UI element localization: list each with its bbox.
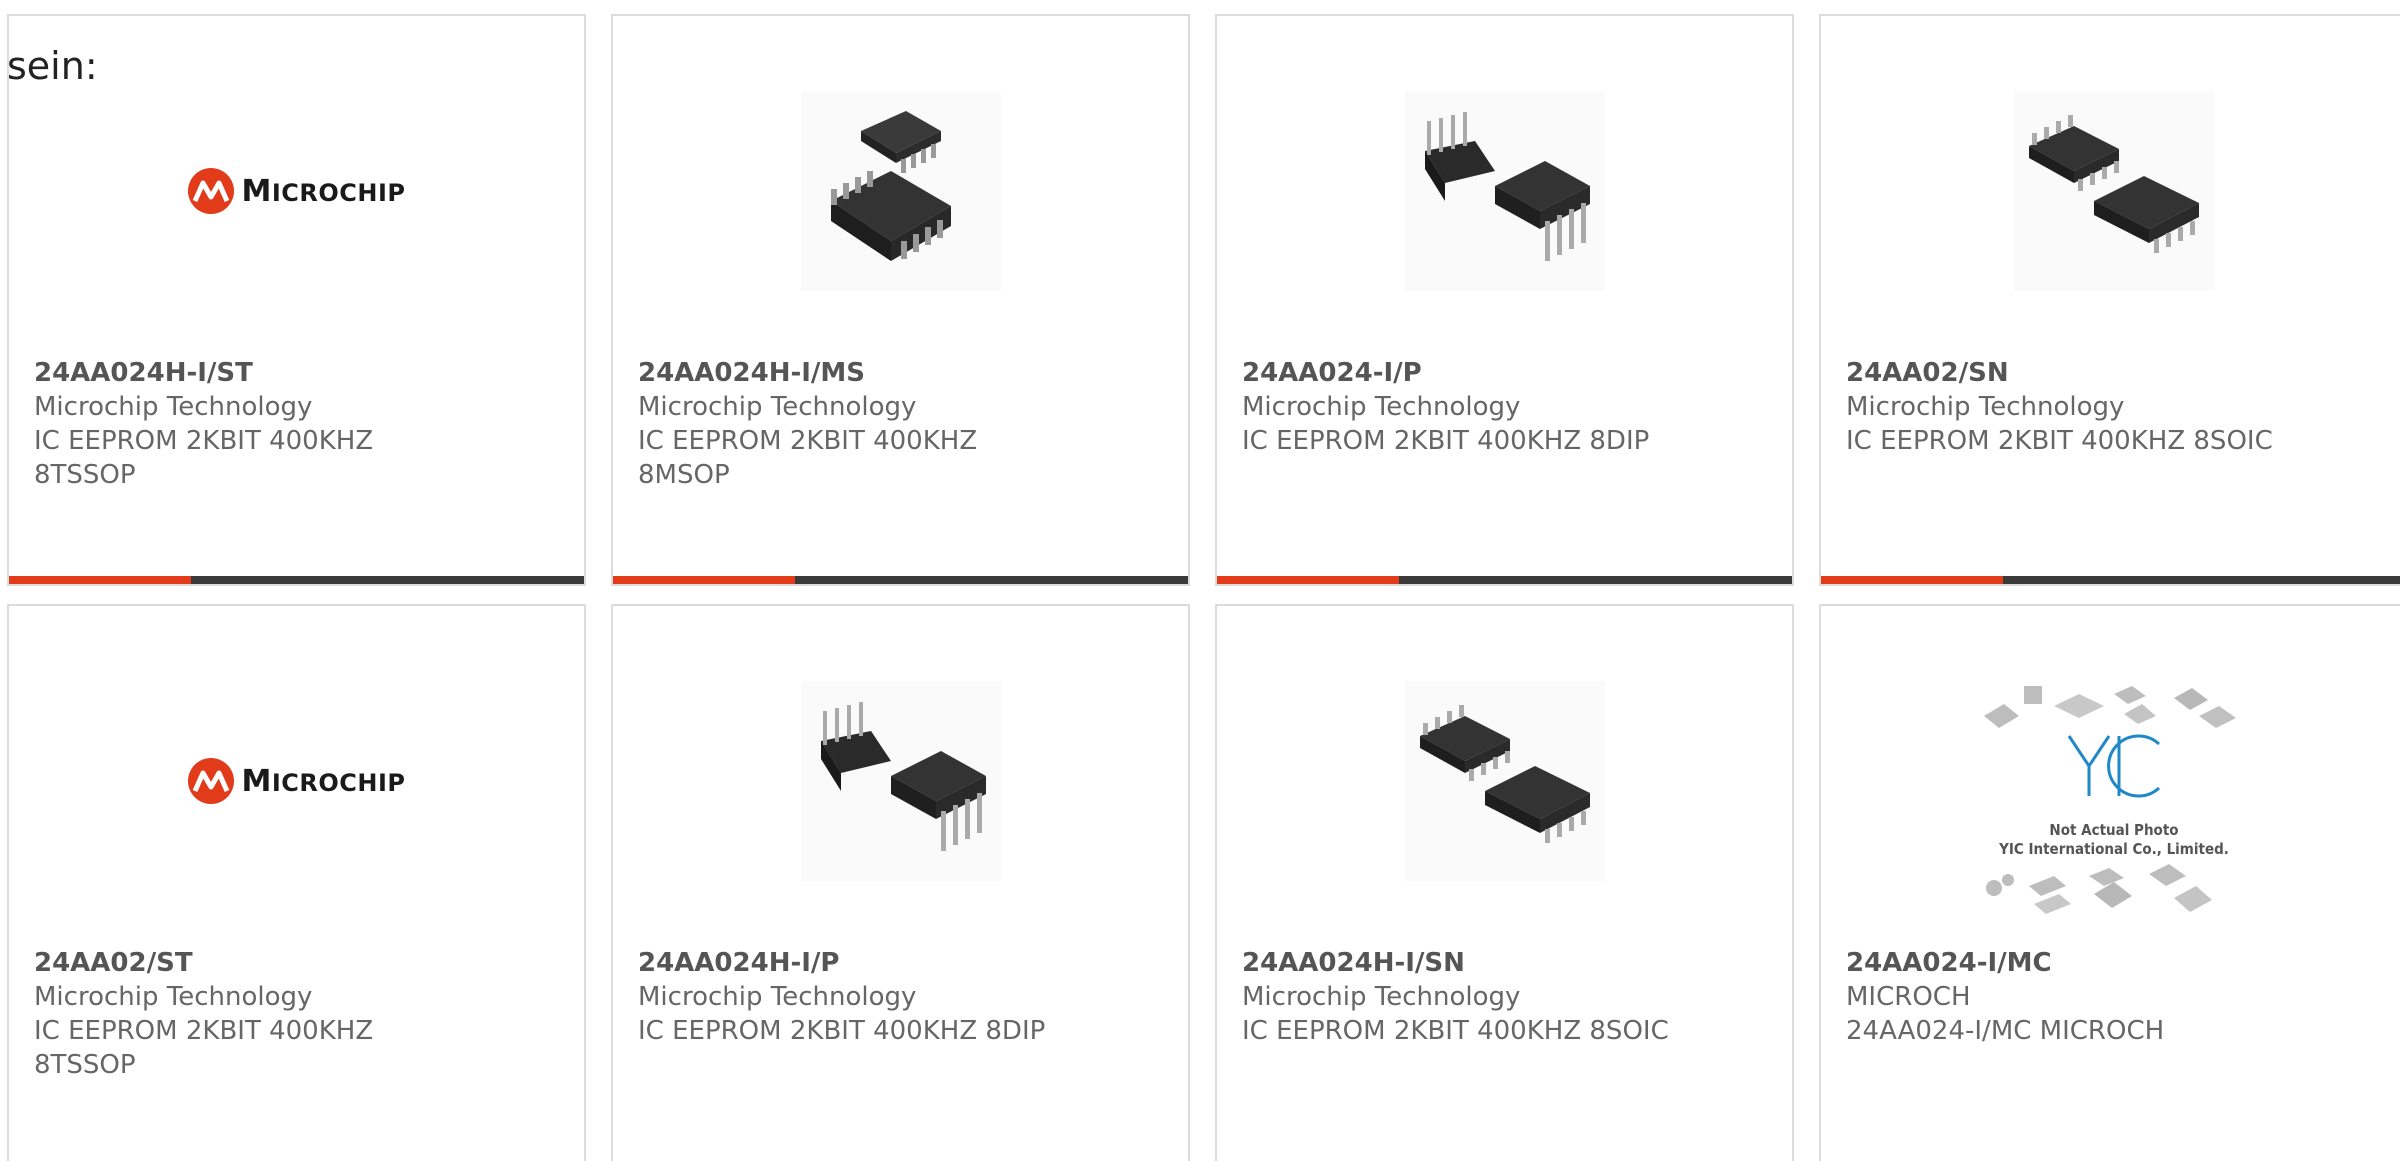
part-number[interactable]: 24AA02/ST [34,946,574,980]
part-number[interactable]: 24AA02/SN [1846,356,2397,390]
placeholder-photo-icon: Not Actual Photo YIC International Co., … [1974,676,2254,926]
product-card[interactable]: 24AA02/SN Microchip Technology IC EEPROM… [1819,14,2400,586]
product-card[interactable]: MICROCHIP 24AA02/ST Microchip Technology… [7,604,586,1161]
dip-chip-icon [800,681,1001,881]
intro-text: sein: [7,44,98,88]
card-bar [613,576,1188,584]
manufacturer: Microchip Technology [1242,392,1521,422]
dip-chip-icon [1404,91,1605,291]
product-image[interactable]: Not Actual Photo YIC International Co., … [1821,676,2400,926]
product-card[interactable]: Not Actual Photo YIC International Co., … [1819,604,2400,1161]
product-card[interactable]: 24AA024H-I/MS Microchip Technology IC EE… [611,14,1190,586]
description: 24AA024-I/MC MICROCH [1846,1016,2165,1046]
part-number[interactable]: 24AA024-I/MC [1846,946,2397,980]
placeholder-caption: Not Actual Photo [2049,821,2179,839]
product-image[interactable] [1217,676,1792,886]
manufacturer: Microchip Technology [1242,982,1521,1012]
part-number[interactable]: 24AA024H-I/P [638,946,1178,980]
card-bar [9,576,584,584]
product-image[interactable] [1821,86,2400,296]
description: IC EEPROM 2KBIT 400KHZ 8DIP [1242,426,1650,456]
description: IC EEPROM 2KBIT 400KHZ 8SOIC [1846,426,2273,456]
product-card[interactable]: 24AA024-I/P Microchip Technology IC EEPR… [1215,14,1794,586]
placeholder-company: YIC International Co., Limited. [1999,840,2229,858]
description: IC EEPROM 2KBIT 400KHZ 8TSSOP [34,1016,374,1080]
part-number[interactable]: 24AA024-I/P [1242,356,1782,390]
msop-chip-icon [800,91,1001,291]
soic-chip-icon [1404,681,1605,881]
product-image[interactable]: MICROCHIP [9,86,584,296]
description: IC EEPROM 2KBIT 400KHZ 8MSOP [638,426,978,490]
manufacturer: Microchip Technology [1846,392,2125,422]
part-number[interactable]: 24AA024H-I/SN [1242,946,1782,980]
manufacturer: Microchip Technology [34,392,313,422]
product-image[interactable] [613,86,1188,296]
manufacturer: Microchip Technology [638,982,917,1012]
product-card[interactable]: 24AA024H-I/SN Microchip Technology IC EE… [1215,604,1794,1161]
manufacturer: Microchip Technology [638,392,917,422]
microchip-logo-icon: MICROCHIP [187,757,405,805]
description: IC EEPROM 2KBIT 400KHZ 8DIP [638,1016,1046,1046]
description: IC EEPROM 2KBIT 400KHZ 8TSSOP [34,426,374,490]
product-grid-page: sein: MICROCHIP 24AA024H-I/ST Microchip … [0,0,2400,1161]
manufacturer: Microchip Technology [34,982,313,1012]
part-number[interactable]: 24AA024H-I/ST [34,356,574,390]
card-bar [1821,576,2400,584]
part-number[interactable]: 24AA024H-I/MS [638,356,1178,390]
product-image[interactable] [1217,86,1792,296]
product-card[interactable]: 24AA024H-I/P Microchip Technology IC EEP… [611,604,1190,1161]
description: IC EEPROM 2KBIT 400KHZ 8SOIC [1242,1016,1669,1046]
card-bar [1217,576,1792,584]
product-image[interactable]: MICROCHIP [9,676,584,886]
soic-chip-icon [2014,91,2214,291]
microchip-logo-icon: MICROCHIP [187,167,405,215]
product-image[interactable] [613,676,1188,886]
product-card[interactable]: MICROCHIP 24AA024H-I/ST Microchip Techno… [7,14,586,586]
manufacturer: MICROCH [1846,982,1971,1012]
